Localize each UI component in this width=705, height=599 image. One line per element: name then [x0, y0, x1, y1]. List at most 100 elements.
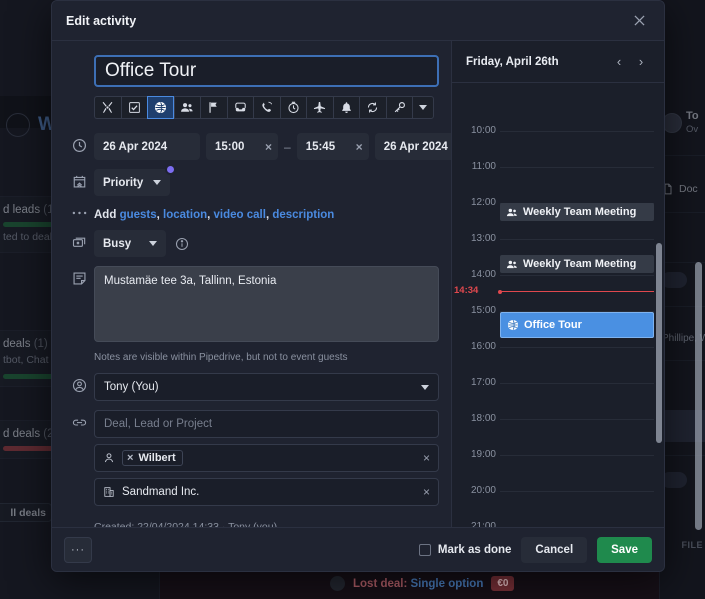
calendar-date-label: Friday, April 26th: [466, 55, 559, 68]
activity-title-input[interactable]: [94, 55, 439, 87]
activity-type-call[interactable]: [253, 96, 280, 119]
add-guests-link[interactable]: guests: [120, 209, 157, 221]
calendar-prev-icon[interactable]: ‹: [608, 51, 630, 73]
cancel-button[interactable]: Cancel: [521, 536, 588, 563]
activity-type-deadline[interactable]: [200, 96, 227, 119]
lost-deal-label: Lost deal:: [353, 577, 408, 590]
phone-icon: [262, 101, 273, 112]
calendar-priority-icon: [73, 175, 85, 188]
availability-value: Busy: [103, 237, 132, 250]
busy-icon: [72, 237, 85, 247]
calendar-grid[interactable]: 10:00 11:00 12:00 13:00 14:00 15:00 16:0…: [452, 83, 664, 527]
calendar-next-icon[interactable]: ›: [630, 51, 652, 73]
availability-row: Busy: [52, 230, 451, 257]
files-label: FILE: [681, 540, 703, 550]
activity-type-clock[interactable]: [279, 96, 306, 119]
hour-label: 13:00: [470, 233, 496, 244]
calendar-scrollbar[interactable]: [656, 243, 662, 443]
priority-dropdown[interactable]: Priority: [94, 169, 171, 196]
organization-clear-icon[interactable]: ×: [423, 485, 430, 499]
more-options-button[interactable]: ···: [64, 536, 92, 563]
add-description-link[interactable]: description: [272, 209, 334, 221]
activity-type-meeting[interactable]: [147, 96, 174, 119]
availability-dropdown[interactable]: Busy: [94, 230, 166, 257]
created-text: Created: 22/04/2024 14:33 · Tony (you): [94, 521, 278, 527]
event-title: Weekly Team Meeting: [523, 206, 637, 218]
start-time-value: 15:00: [215, 140, 245, 153]
priority-badge: [165, 164, 177, 175]
activity-type-task[interactable]: [120, 96, 147, 119]
start-time-clear-icon[interactable]: ×: [265, 140, 272, 154]
note-row: Notes are visible within Pipedrive, but …: [52, 266, 451, 363]
add-video-call-link[interactable]: video call: [214, 209, 266, 221]
avatar: [6, 113, 30, 137]
end-time-value: 15:45: [305, 140, 336, 153]
save-button[interactable]: Save: [597, 536, 652, 563]
lost-deal-amount: €0: [491, 576, 515, 591]
lost-deal-option[interactable]: Single option: [411, 578, 484, 590]
calendar-event[interactable]: Weekly Team Meeting: [500, 255, 654, 273]
priority-label: Priority: [103, 176, 144, 189]
end-date-field[interactable]: 26 Apr 2024: [374, 133, 451, 160]
checkbox-icon: [128, 102, 140, 113]
page-scrollbar[interactable]: [695, 262, 702, 530]
organization-field[interactable]: Sandmand Inc. ×: [94, 478, 439, 506]
deal-lead-project-input[interactable]: Deal, Lead or Project: [94, 410, 439, 438]
globe-icon: [507, 319, 519, 331]
add-location-link[interactable]: location: [163, 209, 207, 221]
title-row: [52, 55, 451, 119]
info-icon[interactable]: [175, 237, 189, 251]
activity-type-lunch[interactable]: [94, 96, 121, 119]
end-time-clear-icon[interactable]: ×: [356, 140, 363, 154]
activity-type-reminder[interactable]: [332, 96, 359, 119]
activity-meta: Created: 22/04/2024 14:33 · Tony (you) L…: [52, 515, 451, 527]
activity-type-more[interactable]: [412, 96, 434, 119]
mark-as-done-checkbox[interactable]: Mark as done: [418, 543, 511, 556]
calendar-event[interactable]: Weekly Team Meeting: [500, 203, 654, 221]
close-icon[interactable]: [626, 8, 652, 34]
people-icon: [181, 103, 193, 112]
priority-row: Priority: [52, 164, 451, 196]
hour-label: 17:00: [470, 377, 496, 388]
person-chip[interactable]: × Wilbert: [122, 450, 183, 466]
start-time-field[interactable]: 15:00 ×: [206, 133, 278, 160]
modal-body: 26 Apr 2024 15:00 × – 15:45 × 26 Apr 202…: [52, 41, 664, 527]
user-circle-icon: [72, 378, 86, 393]
key-icon: [394, 102, 405, 113]
activity-type-guests[interactable]: [173, 96, 200, 119]
inbox-icon: [235, 102, 246, 112]
hour-label: 20:00: [470, 485, 496, 496]
end-time-field[interactable]: 15:45 ×: [296, 133, 369, 160]
activity-type-email[interactable]: [226, 96, 253, 119]
event-title: Office Tour: [524, 319, 582, 331]
lost-deal-avatar: [330, 576, 345, 591]
activity-type-key[interactable]: [385, 96, 412, 119]
chevron-down-icon: [153, 180, 162, 185]
calendar-header: Friday, April 26th ‹ ›: [452, 41, 664, 83]
chevron-down-icon: [419, 105, 427, 110]
chip-remove-icon[interactable]: ×: [127, 452, 133, 464]
cutlery-icon: [102, 101, 113, 114]
hour-label: 21:00: [470, 521, 496, 527]
owner-dropdown[interactable]: Tony (You): [94, 373, 439, 401]
link-icon: [72, 419, 86, 426]
right-documents-row[interactable]: Doc: [659, 180, 705, 198]
clock-icon: [288, 101, 299, 114]
owner-value: Tony (You): [104, 381, 159, 393]
note-textarea[interactable]: [94, 266, 439, 342]
hour-label: 12:00: [470, 197, 496, 208]
person-icon: [104, 453, 114, 463]
calendar-event-selected[interactable]: Office Tour: [500, 312, 654, 338]
screen: Wilb d leads (1) ted to deals d deals (1…: [0, 0, 705, 599]
activity-type-trip[interactable]: [306, 96, 333, 119]
owner-row: Tony (You): [52, 373, 451, 401]
person-field[interactable]: × Wilbert ×: [94, 444, 439, 472]
activity-type-repeat[interactable]: [359, 96, 386, 119]
start-date-field[interactable]: 26 Apr 2024: [94, 133, 200, 160]
person-clear-icon[interactable]: ×: [423, 451, 430, 465]
people-icon: [506, 208, 517, 216]
hour-label: 18:00: [470, 413, 496, 424]
all-deals-button[interactable]: ll deals: [0, 503, 52, 522]
card-title: deals: [3, 338, 31, 350]
card-title: d deals: [3, 428, 41, 440]
